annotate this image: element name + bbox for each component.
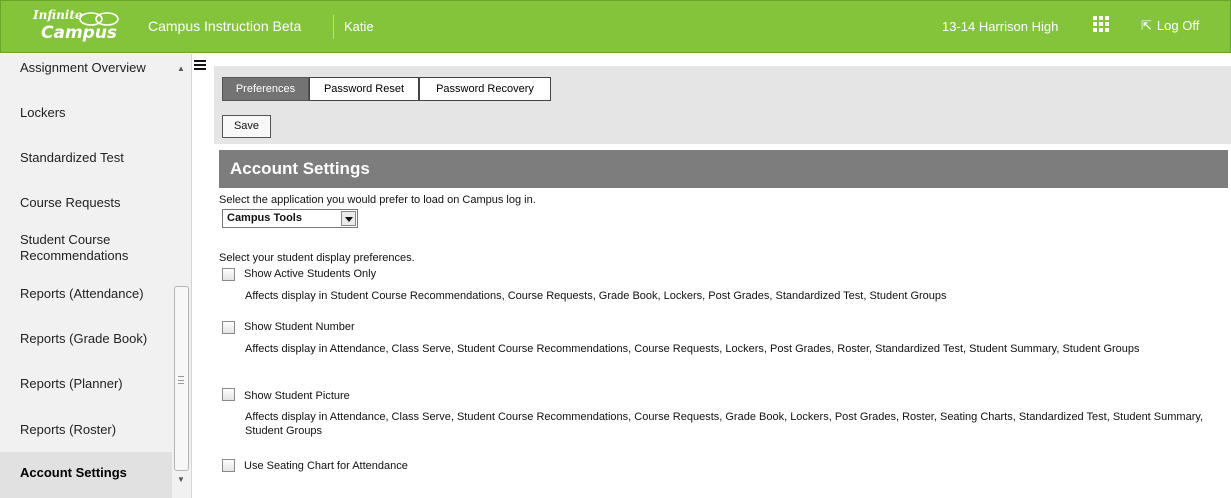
option-label: Use Seating Chart for Attendance [244, 460, 408, 472]
dropdown-arrow-icon[interactable] [341, 211, 356, 226]
tab-label: Password Recovery [436, 83, 534, 95]
sidebar-item-label: Course Requests [20, 195, 121, 210]
app-switcher-grid-icon[interactable] [1093, 16, 1109, 32]
hamburger-menu-icon[interactable] [194, 60, 208, 72]
display-preferences-prompt: Select your student display preferences. [219, 252, 415, 264]
sidebar-nav: Assignment Overview Lockers Standardized… [0, 54, 192, 498]
sidebar-item-label: Student Course Recommendations [20, 232, 129, 263]
sidebar-item-label: Assignment Overview [20, 60, 146, 75]
sidebar-item-label: Account Settings [20, 465, 127, 480]
sidebar-item-label: Reports (Planner) [20, 376, 123, 391]
startup-application-select[interactable]: Campus Tools [222, 209, 358, 228]
tab-label: Preferences [235, 83, 296, 95]
sidebar-item-course-requests[interactable]: Course Requests [0, 195, 172, 211]
sidebar-item-lockers[interactable]: Lockers [0, 105, 172, 121]
section-header-bar [219, 150, 1228, 188]
sidebar-item-reports-attendance[interactable]: Reports (Attendance) [0, 286, 172, 302]
select-value: Campus Tools [227, 212, 302, 224]
logout-icon: ⇱ [1141, 18, 1152, 33]
sidebar-item-label: Standardized Test [20, 150, 124, 165]
sidebar-item-student-course-recommendations[interactable]: Student Course Recommendations [0, 232, 150, 264]
logo-swoosh-icon [79, 12, 119, 26]
scroll-grip-icon [178, 376, 184, 384]
top-header-bar: Infinite Campus Campus Instruction Beta … [0, 0, 1231, 53]
tab-label: Password Reset [323, 83, 405, 95]
tab-password-recovery[interactable]: Password Recovery [419, 77, 551, 101]
scroll-up-arrow-icon[interactable]: ▲ [177, 64, 185, 73]
sidebar-item-assignment-overview[interactable]: Assignment Overview [0, 60, 172, 76]
logoff-button[interactable]: ⇱ Log Off [1141, 18, 1199, 34]
user-name[interactable]: Katie [344, 19, 374, 34]
sidebar-item-account-settings[interactable]: Account Settings [0, 452, 172, 498]
sidebar-item-label: Reports (Grade Book) [20, 331, 148, 346]
app-title[interactable]: Campus Instruction Beta [148, 18, 301, 34]
sidebar-item-standardized-test[interactable]: Standardized Test [0, 150, 172, 166]
option-description: Affects display in Attendance, Class Ser… [245, 411, 1204, 437]
show-student-picture-checkbox[interactable] [222, 388, 235, 401]
tab-preferences[interactable]: Preferences [222, 77, 309, 101]
option-description: Affects display in Student Course Recomm… [245, 290, 947, 302]
save-button[interactable]: Save [222, 115, 271, 138]
tab-password-reset[interactable]: Password Reset [309, 77, 419, 101]
logoff-label: Log Off [1156, 18, 1200, 33]
sidebar-item-reports-planner[interactable]: Reports (Planner) [0, 376, 172, 392]
section-title: Account Settings [230, 159, 370, 178]
sidebar-item-reports-roster[interactable]: Reports (Roster) [0, 422, 172, 438]
infinite-campus-logo[interactable]: Infinite Campus [19, 8, 139, 48]
school-year-selector[interactable]: 13-14 Harrison High [942, 19, 1058, 34]
sidebar-item-label: Lockers [20, 105, 66, 120]
app-load-prompt: Select the application you would prefer … [219, 194, 536, 206]
show-active-students-checkbox[interactable] [222, 268, 235, 281]
use-seating-chart-checkbox[interactable] [222, 459, 235, 472]
option-label: Show Active Students Only [244, 268, 377, 280]
sidebar-item-label: Reports (Roster) [20, 422, 117, 437]
sidebar-item-reports-grade-book[interactable]: Reports (Grade Book) [0, 331, 172, 347]
option-label: Show Student Number [244, 321, 355, 333]
scroll-down-arrow-icon[interactable]: ▼ [177, 475, 185, 484]
logo-text-infinite: Infinite [33, 8, 83, 22]
header-divider [333, 15, 334, 39]
show-student-number-checkbox[interactable] [222, 321, 235, 334]
option-description: Affects display in Attendance, Class Ser… [245, 343, 1140, 355]
option-label: Show Student Picture [244, 390, 350, 402]
sidebar-item-label: Reports (Attendance) [20, 286, 144, 301]
